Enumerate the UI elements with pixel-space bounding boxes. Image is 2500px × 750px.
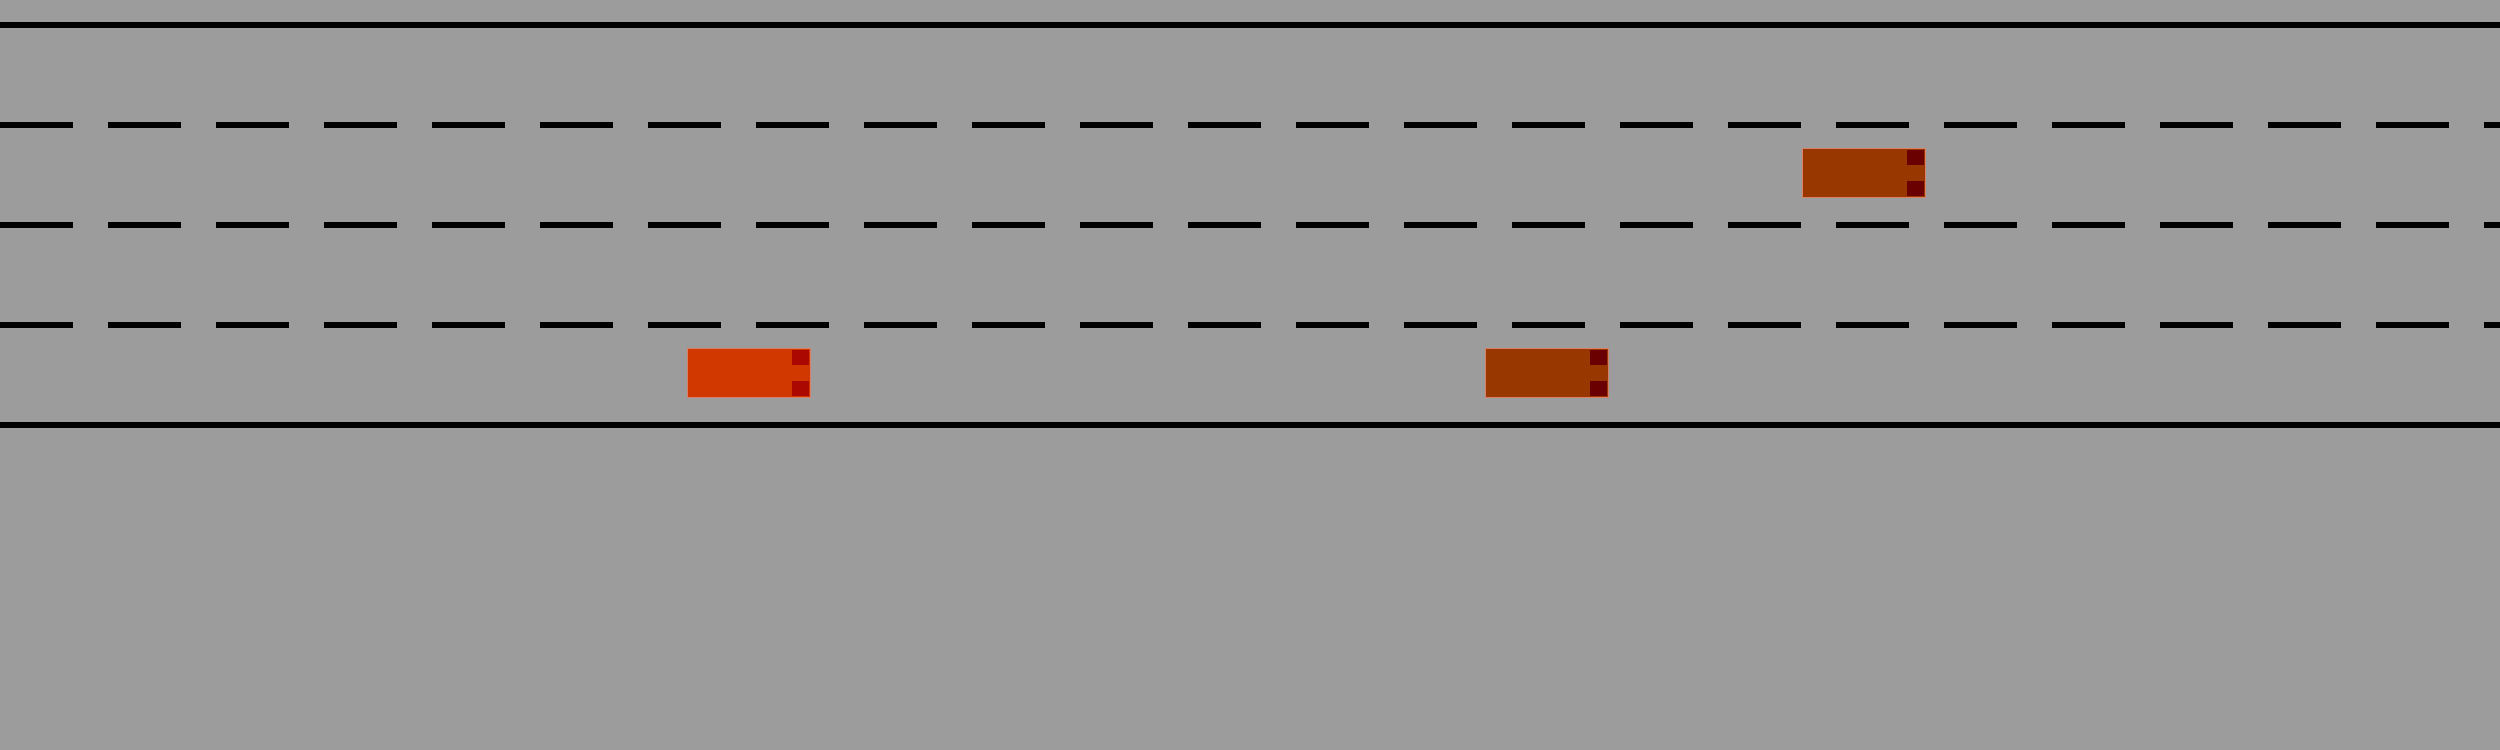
traffic-car-taillight-top (1590, 350, 1607, 365)
traffic-car-taillight-bottom (1590, 381, 1607, 396)
road-top-edge-line (0, 22, 2500, 28)
lane-divider-3 (0, 322, 2500, 328)
lane-divider-2 (0, 222, 2500, 228)
highway-scene (0, 0, 2500, 750)
player-car (687, 348, 811, 398)
traffic-car-taillight-bottom (1907, 181, 1924, 196)
traffic-car (1802, 148, 1926, 198)
player-car-taillight-top (792, 350, 809, 365)
lane-divider-1 (0, 122, 2500, 128)
traffic-car-taillight-top (1907, 150, 1924, 165)
road-bottom-edge-line (0, 422, 2500, 428)
traffic-car (1485, 348, 1609, 398)
player-car-taillight-bottom (792, 381, 809, 396)
